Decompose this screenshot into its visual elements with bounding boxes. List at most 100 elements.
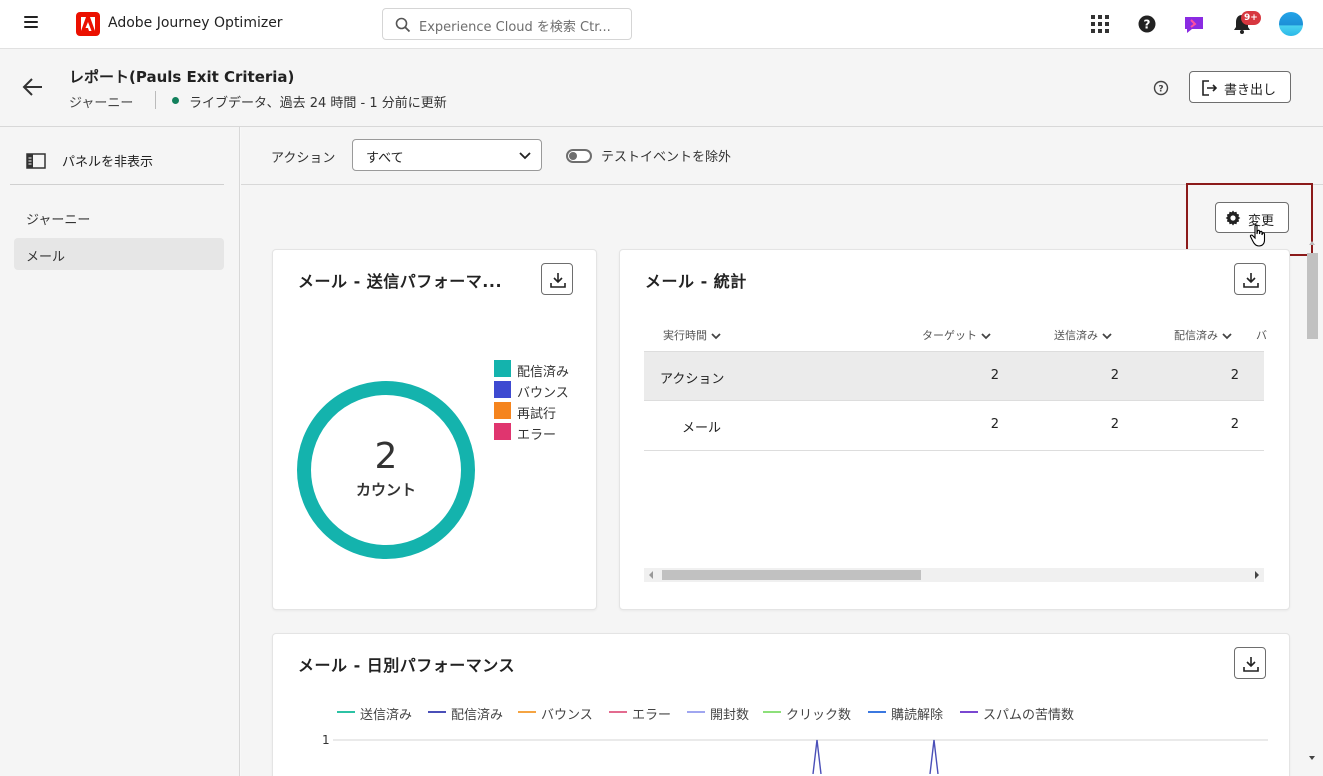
legend-label: 開封数	[710, 708, 750, 723]
scroll-up-icon[interactable]	[1309, 241, 1315, 245]
avatar[interactable]	[1279, 12, 1303, 36]
row-delivered: 2	[1230, 368, 1239, 383]
sidebar: パネルを非表示 ジャーニー メール	[0, 127, 240, 776]
table-row[interactable]: メール 2 2 2	[644, 401, 1264, 451]
export-button[interactable]: 書き出し	[1189, 71, 1291, 103]
search-input[interactable]: Experience Cloud を検索 Ctr...	[382, 8, 632, 40]
column-label: ターゲット	[922, 329, 977, 342]
legend-label: バウンス	[517, 386, 569, 401]
adobe-logo[interactable]	[76, 12, 100, 36]
filter-bar: アクション すべて テストイベントを除外	[241, 127, 1323, 185]
column-header-target[interactable]: ターゲット	[922, 327, 991, 343]
legend-label: 再試行	[517, 407, 557, 422]
column-header-run-time[interactable]: 実行時間	[663, 327, 721, 343]
search-placeholder: Experience Cloud を検索 Ctr...	[419, 20, 611, 35]
exclude-test-events-toggle[interactable]	[566, 149, 592, 163]
legend-line-swatch	[868, 711, 886, 713]
sidebar-item-label: ジャーニー	[26, 213, 91, 228]
legend-label: 送信済み	[360, 708, 413, 723]
hide-panel-button[interactable]: パネルを非表示	[26, 150, 226, 172]
scroll-down-icon[interactable]	[1309, 756, 1315, 760]
sidebar-item-email[interactable]: メール	[14, 238, 224, 270]
daily-performance-card: メール - 日別パフォーマンス 送信済み 配信済み バウンス エラー 開封数 クリック数 購…	[272, 633, 1290, 776]
legend-label: エラー	[632, 708, 672, 723]
download-button[interactable]	[1234, 647, 1266, 679]
chevron-down-icon	[1102, 332, 1112, 339]
row-sent: 2	[1110, 417, 1119, 432]
sidebar-item-journey[interactable]: ジャーニー	[14, 201, 224, 233]
legend-label: エラー	[517, 428, 557, 443]
chevron-down-icon	[981, 332, 991, 339]
legend-label: スパムの苦情数	[983, 708, 1075, 723]
legend-label: 配信済み	[451, 708, 504, 723]
export-icon	[1202, 80, 1218, 96]
scroll-right-icon[interactable]	[1255, 571, 1259, 579]
column-header-sent[interactable]: 送信済み	[1054, 327, 1112, 343]
legend-label: バウンス	[541, 708, 593, 723]
chevron-down-icon	[1222, 332, 1232, 339]
download-button[interactable]	[541, 263, 573, 295]
donut-center-label: カウント	[356, 481, 416, 499]
vertical-scrollbar[interactable]	[1305, 239, 1320, 762]
column-header-delivered[interactable]: 配信済み	[1174, 327, 1232, 343]
report-type: ジャーニー	[69, 96, 134, 111]
table-row[interactable]: アクション 2 2 2	[644, 351, 1264, 401]
sidebar-item-label: メール	[26, 250, 66, 265]
card-title: メール - 日別パフォーマンス	[298, 656, 515, 675]
hide-panel-label: パネルを非表示	[62, 155, 154, 170]
legend-label: クリック数	[786, 708, 852, 723]
legend-line-swatch	[960, 711, 978, 713]
scrollbar-thumb[interactable]	[1307, 253, 1318, 339]
menu-icon[interactable]	[24, 16, 38, 28]
live-status-dot	[172, 97, 179, 104]
top-bar: Adobe Journey Optimizer Experience Cloud…	[0, 0, 1323, 49]
hand-cursor-icon	[1249, 224, 1269, 252]
notification-badge: 9+	[1241, 11, 1261, 25]
export-label: 書き出し	[1224, 83, 1277, 98]
stats-card: メール - 統計 実行時間 ターゲット 送信済み 配信済み バ アクション 2 …	[619, 249, 1290, 610]
row-target: 2	[990, 417, 999, 432]
help-icon[interactable]: ?	[1135, 12, 1159, 36]
y-axis-tick: 1	[322, 733, 330, 747]
send-performance-card: メール - 送信パフォーマ... 2 カウント 配信済み バウンス 再試行 エラ…	[272, 249, 597, 610]
page-title: レポート(Pauls Exit Criteria)	[69, 68, 295, 86]
live-status-text: ライブデータ、過去 24 時間 - 1 分前に更新	[189, 96, 447, 111]
divider	[155, 91, 156, 109]
main-content: アクション すべて テストイベントを除外 変更 メール - 送信パフォーマ...…	[241, 127, 1323, 776]
donut-center-value: 2	[375, 436, 398, 477]
legend-line-swatch	[428, 711, 446, 713]
scrollbar-thumb[interactable]	[662, 570, 921, 580]
legend-line-swatch	[609, 711, 627, 713]
legend-label: 配信済み	[517, 365, 570, 380]
panel-icon	[26, 153, 46, 169]
feedback-icon[interactable]	[1182, 12, 1206, 36]
legend-swatch	[494, 381, 511, 398]
column-label: 実行時間	[663, 329, 707, 342]
series-line-delivered	[929, 739, 939, 774]
action-filter-select[interactable]: すべて	[352, 139, 542, 171]
apps-grid-icon[interactable]	[1088, 12, 1112, 36]
download-icon	[1243, 273, 1259, 288]
legend-swatch	[494, 402, 511, 419]
legend-line-swatch	[687, 711, 705, 713]
scroll-left-icon[interactable]	[649, 571, 653, 579]
column-label: 送信済み	[1054, 329, 1098, 342]
legend-swatch	[494, 360, 511, 377]
column-header-bounce[interactable]: バ	[1256, 327, 1267, 343]
app-title[interactable]: Adobe Journey Optimizer	[108, 15, 283, 31]
row-name: メール	[682, 421, 722, 436]
download-button[interactable]	[1234, 263, 1266, 295]
download-icon	[1243, 657, 1259, 672]
action-filter-value: すべて	[366, 151, 404, 166]
download-icon	[550, 273, 566, 288]
info-help-icon[interactable]: ?	[1153, 80, 1169, 96]
exclude-test-events-label: テストイベントを除外	[601, 150, 732, 165]
horizontal-scrollbar[interactable]	[644, 568, 1264, 582]
back-arrow-icon[interactable]	[22, 77, 44, 101]
legend-swatch	[494, 423, 511, 440]
row-target: 2	[990, 368, 999, 383]
legend-label: 購読解除	[891, 708, 944, 723]
card-title: メール - 統計	[645, 272, 747, 291]
page-header: レポート(Pauls Exit Criteria) ジャーニー ライブデータ、過…	[0, 49, 1323, 127]
series-line-delivered	[812, 739, 822, 774]
